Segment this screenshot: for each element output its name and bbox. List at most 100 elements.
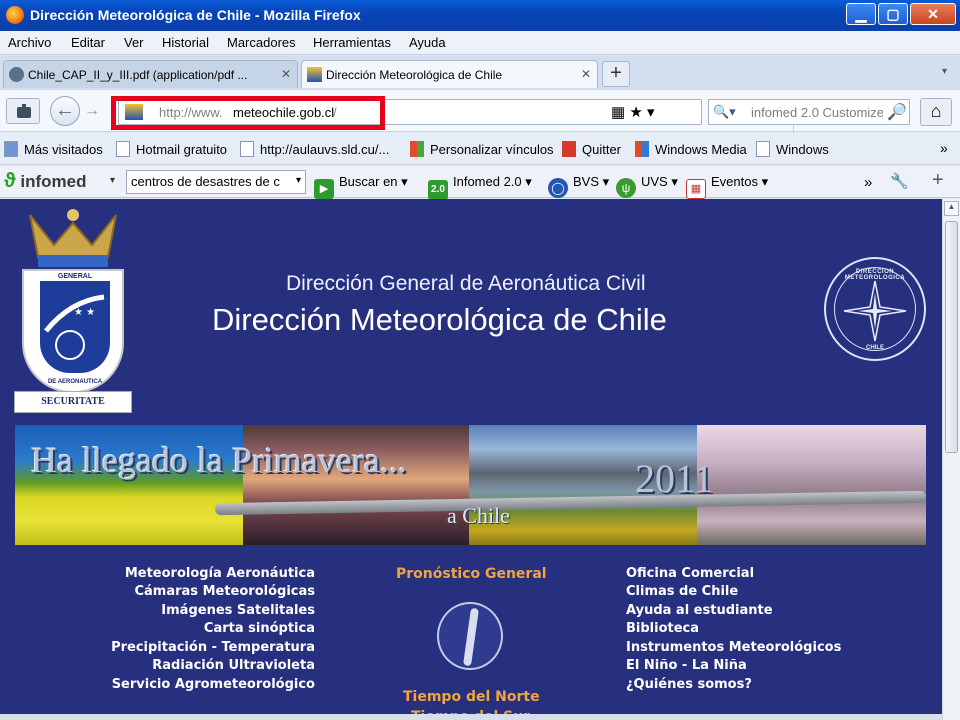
banner-panel-blossoms xyxy=(697,425,926,545)
spring-banner[interactable]: Ha llegado la Primavera... 2011 a Chile xyxy=(15,425,926,545)
tab-meteochile[interactable]: Dirección Meteorológica de Chile ✕ xyxy=(301,60,598,88)
bookmark-label: Quitter xyxy=(582,142,622,157)
svg-text:★ ★: ★ ★ xyxy=(74,307,95,318)
search-go-icon[interactable]: 🔎 xyxy=(887,102,907,122)
link-instrumentos[interactable]: Instrumentos Meteorológicos xyxy=(626,640,841,655)
menu-ver[interactable]: Ver xyxy=(124,35,144,50)
bookmarks-bar: Más visitados Hotmail gratuito http://au… xyxy=(0,133,960,165)
pronostico-general-title[interactable]: Pronóstico General xyxy=(396,566,547,582)
uvs-button[interactable]: ψ UVS ▾ xyxy=(616,174,678,198)
menu-editar[interactable]: Editar xyxy=(71,35,105,50)
chile-map-shape xyxy=(463,607,479,667)
scroll-up-arrow-icon[interactable]: ▲ xyxy=(944,201,959,216)
back-button[interactable]: ← xyxy=(50,96,80,126)
uvs-icon: ψ xyxy=(616,178,636,198)
centers-select[interactable]: centros de desastres de c ▾ xyxy=(126,170,306,194)
link-carta-sinoptica[interactable]: Carta sinóptica xyxy=(204,621,315,636)
calendar-icon: ▦ xyxy=(686,179,706,199)
uvs-label: UVS xyxy=(641,174,668,189)
link-meteorologia-aeronautica[interactable]: Meteorología Aeronáutica xyxy=(125,566,315,581)
chile-map-globe[interactable] xyxy=(437,602,503,670)
search-engine-icon[interactable]: 🔍▾ xyxy=(713,104,736,120)
crest-blue-field: ★ ★ xyxy=(40,281,110,373)
bookmark-mas-visitados[interactable]: Más visitados xyxy=(4,141,103,157)
scrollbar-thumb[interactable] xyxy=(945,221,958,453)
app-menu-button[interactable] xyxy=(6,98,40,124)
link-imagenes-satelitales[interactable]: Imágenes Satelitales xyxy=(161,603,315,618)
new-tab-button[interactable]: + xyxy=(602,61,630,87)
buscar-en-button[interactable]: ▶ Buscar en ▾ xyxy=(314,174,408,199)
eventos-button[interactable]: ▦ Eventos ▾ xyxy=(686,174,768,199)
window-title: Dirección Meteorológica de Chile - Mozil… xyxy=(30,7,361,23)
infomed20-button[interactable]: 2.0Infomed 2.0 ▾ xyxy=(428,174,532,200)
forward-button[interactable]: → xyxy=(84,102,100,120)
link-agrometeorologico[interactable]: Servicio Agrometeorológico xyxy=(112,677,315,692)
menu-herramientas[interactable]: Herramientas xyxy=(313,35,391,50)
link-radiacion-uv[interactable]: Radiación Ultravioleta xyxy=(152,658,315,673)
bookmark-windows[interactable]: Windows xyxy=(756,141,829,157)
search-input[interactable]: 🔍▾ infomed 2.0 Customized 🔎 xyxy=(708,99,910,125)
infomed-logo-text: infomed xyxy=(20,172,87,191)
bvs-button[interactable]: ◯ BVS ▾ xyxy=(548,174,609,198)
bookmark-label: Hotmail gratuito xyxy=(136,142,228,157)
maximize-button[interactable]: ▢ xyxy=(878,3,908,25)
infomed-logo[interactable]: ϑ infomed xyxy=(4,170,86,193)
close-tab-icon[interactable]: ✕ xyxy=(581,67,591,81)
banner-title: Ha llegado la Primavera... xyxy=(31,440,407,480)
dmc-seal[interactable]: DIRECCION METEOROLOGICA CHILE xyxy=(824,257,926,361)
header-dgac: Dirección General de Aeronáutica Civil xyxy=(286,272,646,295)
menu-historial[interactable]: Historial xyxy=(162,35,209,50)
bookmark-personalizar[interactable]: Personalizar vínculos xyxy=(410,141,554,157)
link-biblioteca[interactable]: Biblioteca xyxy=(626,621,699,636)
tab-pdf[interactable]: Chile_CAP_II_y_III.pdf (application/pdf … xyxy=(3,60,298,88)
infomed-logo-mark: ϑ xyxy=(4,170,16,192)
vertical-scrollbar[interactable]: ▲ xyxy=(942,199,960,720)
minimize-button[interactable]: ▁ xyxy=(846,3,876,25)
link-tiempo-norte[interactable]: Tiempo del Norte xyxy=(403,689,540,705)
menu-marcadores[interactable]: Marcadores xyxy=(227,35,296,50)
close-window-button[interactable]: ✕ xyxy=(910,3,956,25)
infomed20-label: Infomed 2.0 xyxy=(453,174,522,189)
windows-flag-icon xyxy=(635,141,649,157)
link-el-nino[interactable]: El Niño - La Niña xyxy=(626,658,747,673)
bookmark-quitter[interactable]: Quitter xyxy=(562,141,621,157)
bookmark-label: http://aulauvs.sld.cu/... xyxy=(260,142,390,157)
menu-ayuda[interactable]: Ayuda xyxy=(409,35,446,50)
crest-ribbon-text: SECURITATE xyxy=(14,391,132,413)
bookmark-windows-media[interactable]: Windows Media xyxy=(635,141,747,157)
link-camaras[interactable]: Cámaras Meteorológicas xyxy=(134,584,315,599)
link-climas-de-chile[interactable]: Climas de Chile xyxy=(626,584,738,599)
link-ayuda-estudiante[interactable]: Ayuda al estudiante xyxy=(626,603,773,618)
link-quienes-somos[interactable]: ¿Quiénes somos? xyxy=(626,677,752,692)
link-precipitacion[interactable]: Precipitación - Temperatura xyxy=(111,640,315,655)
bookmark-label: Más visitados xyxy=(24,142,103,157)
dgac-crest[interactable]: GENERAL ★ ★ DE AERONAUTICA SECURITATE xyxy=(14,205,132,423)
bookmark-hotmail[interactable]: Hotmail gratuito xyxy=(116,141,227,157)
crest-shield: GENERAL ★ ★ DE AERONAUTICA xyxy=(22,269,124,393)
bookmark-star-icon[interactable]: ▦ ★ ▾ xyxy=(611,103,654,121)
url-highlight-box xyxy=(111,96,385,130)
banner-subtitle: a Chile xyxy=(447,503,510,528)
status-strip xyxy=(0,714,942,720)
tab-list-arrow-icon[interactable]: ▾ xyxy=(942,66,947,77)
menu-archivo[interactable]: Archivo xyxy=(8,35,51,50)
wrench-icon[interactable]: 🔧 xyxy=(890,172,909,190)
link-oficina-comercial[interactable]: Oficina Comercial xyxy=(626,566,754,581)
bookmark-aulauvs[interactable]: http://aulauvs.sld.cu/... xyxy=(240,141,389,157)
page-content: GENERAL ★ ★ DE AERONAUTICA SECURITATE Di… xyxy=(0,199,942,720)
crest-bottom-text: DE AERONAUTICA xyxy=(47,379,103,385)
bvs-label: BVS xyxy=(573,174,600,189)
bvs-icon: ◯ xyxy=(548,178,568,198)
add-button[interactable]: + xyxy=(932,169,944,192)
header-dmc: Dirección Meteorológica de Chile xyxy=(212,302,667,337)
quitter-icon xyxy=(562,141,576,157)
home-button[interactable]: ⌂ xyxy=(920,98,952,126)
chevron-down-icon[interactable]: ▾ xyxy=(110,175,115,186)
page-icon xyxy=(240,141,254,157)
arrow-right-icon: ▶ xyxy=(314,179,334,199)
bookmarks-more-icon[interactable]: » xyxy=(940,140,948,156)
toolbar-more-icon[interactable]: » xyxy=(864,174,872,191)
infomed-toolbar: ϑ infomed ▾ centros de desastres de c ▾ … xyxy=(0,166,960,200)
close-tab-icon[interactable]: ✕ xyxy=(281,67,291,81)
tab-bar: Chile_CAP_II_y_III.pdf (application/pdf … xyxy=(0,56,960,90)
